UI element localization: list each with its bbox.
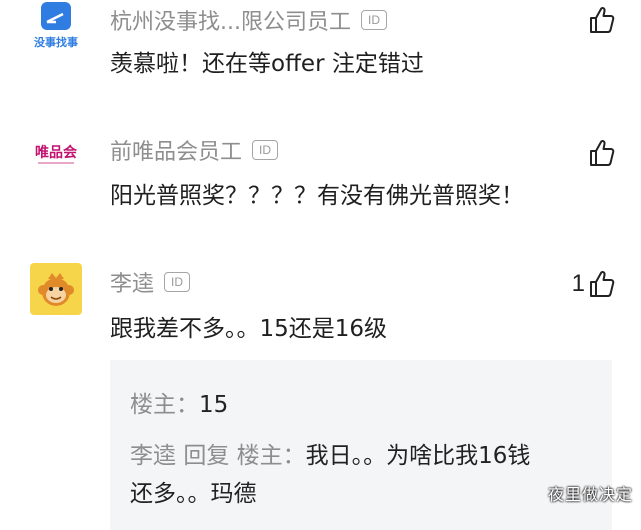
- reply-author[interactable]: 楼主: [130, 392, 176, 418]
- commenter-name[interactable]: 杭州没事找...限公司员工: [110, 4, 351, 36]
- reply-author[interactable]: 李逵: [130, 443, 176, 469]
- id-badge: ID: [252, 140, 279, 160]
- avatar[interactable]: 没事找事: [30, 2, 82, 54]
- comment-text: 跟我差不多。。15还是16级: [110, 316, 388, 342]
- reply-separator: ：: [176, 392, 199, 418]
- like-button[interactable]: [585, 6, 615, 34]
- like-button[interactable]: 1: [572, 270, 615, 298]
- comment-text: 羡慕啦！还在等offer 注定错过: [110, 51, 424, 77]
- avatar-logo-text: 唯品会: [35, 145, 77, 161]
- avatar[interactable]: [30, 263, 82, 315]
- reply-word: 回复: [183, 443, 230, 469]
- thumb-up-icon: [590, 6, 615, 33]
- reply-text-continued: 还多。。玛德: [130, 481, 257, 507]
- reply-target[interactable]: 楼主: [237, 443, 283, 469]
- replies-box[interactable]: 楼主：15 李逵 回复 楼主：我日。。为啥比我16钱 还多。。玛德: [110, 360, 612, 530]
- avatar-logo-underline: [38, 162, 74, 164]
- id-badge: ID: [360, 10, 387, 30]
- reply-separator: ：: [282, 443, 306, 469]
- like-count: 1: [571, 270, 585, 297]
- commenter-name[interactable]: 前唯品会员工: [110, 134, 242, 166]
- reply-text: 15: [199, 392, 229, 418]
- reply-text: 我日。。为啥比我16钱: [305, 443, 531, 469]
- monkey-avatar-icon: [38, 273, 74, 306]
- watermark: 夜里做决定: [547, 485, 633, 504]
- avatar[interactable]: 唯品会: [30, 128, 82, 180]
- commenter-name[interactable]: 李逵: [110, 266, 154, 298]
- reply-2: 李逵 回复 楼主：我日。。为啥比我16钱: [130, 439, 530, 473]
- thumb-up-icon: [590, 139, 615, 166]
- comment-text: 阳光普照奖？？？？有没有佛光普照奖！: [110, 183, 524, 209]
- like-button[interactable]: [585, 139, 615, 167]
- avatar-logo-text: 没事找事: [34, 36, 78, 49]
- thumb-up-icon: [590, 270, 615, 297]
- reply-1: 楼主：15: [130, 388, 228, 422]
- id-badge: ID: [164, 272, 191, 292]
